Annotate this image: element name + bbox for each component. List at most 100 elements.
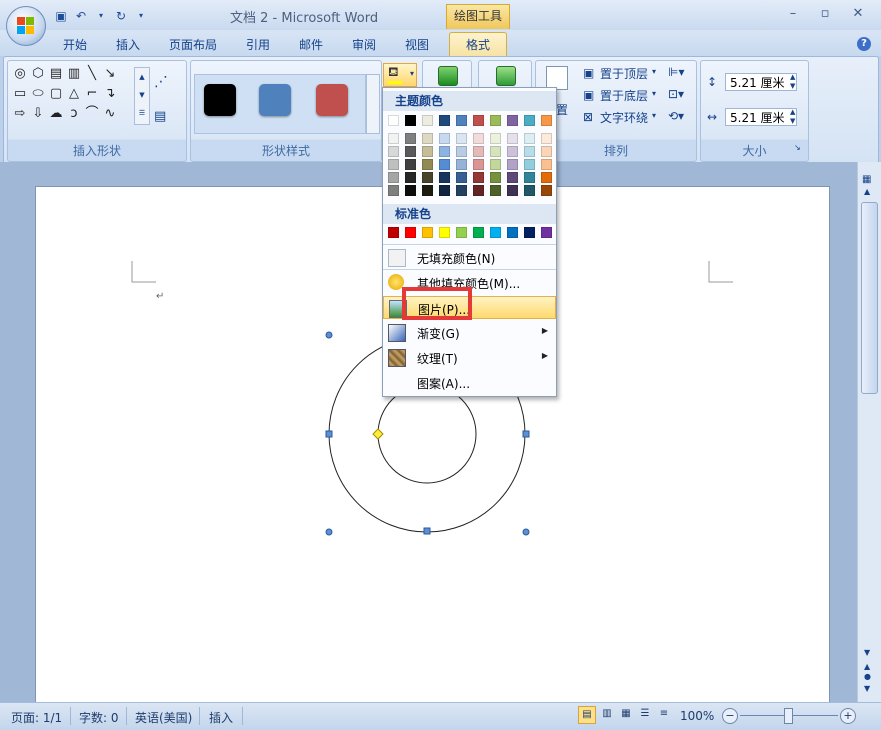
scroll-up-icon[interactable]: ▲ [864, 187, 870, 196]
align-icon[interactable]: ⊫▾ [668, 65, 684, 79]
previous-page-icon[interactable]: ▲ [864, 662, 870, 671]
position-label[interactable]: 置 [556, 101, 568, 118]
next-page-icon[interactable]: ▼ [864, 684, 870, 693]
curve-icon[interactable]: ∿ [102, 107, 118, 121]
help-icon[interactable]: ? [857, 37, 871, 51]
shadow-effects-icon[interactable] [438, 66, 458, 86]
resize-handle-nw[interactable] [325, 331, 333, 339]
draft-icon[interactable]: ≡ [656, 706, 672, 722]
theme-color-swatch[interactable] [541, 115, 552, 126]
rectangle-icon[interactable]: ▭ [12, 87, 28, 101]
theme-shade-swatch[interactable] [490, 146, 501, 157]
theme-color-swatch[interactable] [490, 115, 501, 126]
standard-color-swatch[interactable] [422, 227, 433, 238]
group-objects-icon[interactable]: ⊡▾ [668, 87, 684, 101]
theme-shade-swatch[interactable] [456, 185, 467, 196]
theme-shade-swatch[interactable] [422, 146, 433, 157]
vertical-scrollbar[interactable]: ▦ ▲ ▼ ▲ ● ▼ [857, 162, 881, 702]
cloud-icon[interactable]: ☁ [48, 107, 64, 121]
scroll-up-icon[interactable]: ▲ [135, 68, 149, 86]
freeform-icon[interactable]: ↄ [66, 107, 82, 121]
inner-circle-shape[interactable] [377, 384, 477, 484]
theme-shade-swatch[interactable] [422, 172, 433, 183]
style-gallery-scroll[interactable] [366, 74, 380, 134]
theme-shade-swatch[interactable] [507, 185, 518, 196]
standard-color-swatch[interactable] [490, 227, 501, 238]
undo-icon[interactable]: ↶ [74, 9, 88, 23]
theme-shade-swatch[interactable] [388, 133, 399, 144]
tab-insert[interactable]: 插入 [116, 36, 140, 54]
more-shapes-icon[interactable]: ☰ [135, 104, 149, 122]
theme-shade-swatch[interactable] [388, 159, 399, 170]
texture-fill-item[interactable]: 纹理(T) ▶ [383, 346, 556, 369]
web-layout-icon[interactable]: ▦ [618, 706, 634, 722]
vertical-text-box-icon[interactable]: ▥ [66, 67, 82, 81]
edit-shape-icon[interactable]: ⋰ [154, 74, 168, 90]
arrow-line-icon[interactable]: ↘ [102, 67, 118, 81]
shapes-gallery-scroll[interactable]: ▲ ▼ ☰ [134, 67, 150, 125]
text-box-icon[interactable]: ▤ [48, 67, 64, 81]
theme-shade-swatch[interactable] [405, 146, 416, 157]
close-button[interactable]: ✕ [848, 6, 868, 22]
insert-mode[interactable]: 插入 [209, 709, 233, 726]
theme-shade-swatch[interactable] [541, 185, 552, 196]
theme-shade-swatch[interactable] [524, 185, 535, 196]
tab-page-layout[interactable]: 页面布局 [169, 36, 217, 54]
standard-color-swatch[interactable] [405, 227, 416, 238]
chevron-down-icon[interactable]: ▾ [652, 89, 656, 98]
line-icon[interactable]: ╲ [84, 67, 100, 81]
theme-shade-swatch[interactable] [388, 146, 399, 157]
standard-color-swatch[interactable] [507, 227, 518, 238]
theme-shade-swatch[interactable] [473, 159, 484, 170]
zoom-slider-thumb[interactable] [784, 708, 793, 724]
theme-shade-swatch[interactable] [405, 159, 416, 170]
scroll-down-icon[interactable]: ▼ [864, 648, 870, 657]
redo-icon[interactable]: ↻ [114, 9, 128, 23]
send-to-back-button[interactable]: 置于底层 [600, 87, 648, 104]
theme-shade-swatch[interactable] [422, 133, 433, 144]
theme-shade-swatch[interactable] [456, 159, 467, 170]
theme-shade-swatch[interactable] [388, 172, 399, 183]
theme-shade-swatch[interactable] [405, 133, 416, 144]
outline-icon[interactable]: ☰ [637, 706, 653, 722]
bring-to-front-button[interactable]: 置于顶层 [600, 65, 648, 82]
gradient-fill-item[interactable]: 渐变(G) ▶ [383, 321, 556, 344]
theme-shade-swatch[interactable] [439, 146, 450, 157]
resize-handle-e[interactable] [522, 430, 530, 438]
customize-qat-icon[interactable]: ▾ [134, 9, 148, 23]
theme-shade-swatch[interactable] [439, 159, 450, 170]
theme-shade-swatch[interactable] [405, 172, 416, 183]
theme-shade-swatch[interactable] [541, 146, 552, 157]
theme-shade-swatch[interactable] [507, 146, 518, 157]
right-arrow-icon[interactable]: ⇨ [12, 107, 28, 121]
word-count[interactable]: 字数: 0 [79, 709, 119, 726]
theme-shade-swatch[interactable] [473, 146, 484, 157]
undo-dropdown-icon[interactable]: ▾ [94, 9, 108, 23]
width-spinner-icon[interactable]: ▲ ▼ [790, 108, 795, 126]
theme-shade-swatch[interactable] [490, 185, 501, 196]
shape-fill-button[interactable]: ⛾ ▾ [383, 63, 417, 87]
theme-color-swatch[interactable] [507, 115, 518, 126]
resize-handle-w[interactable] [325, 430, 333, 438]
shape-width-input[interactable]: 5.21 厘米 [725, 108, 797, 126]
style-swatch-black[interactable] [204, 84, 236, 116]
theme-shade-swatch[interactable] [541, 172, 552, 183]
theme-shade-swatch[interactable] [490, 159, 501, 170]
save-icon[interactable]: ▣ [54, 9, 68, 23]
oval-icon[interactable]: ◎ [12, 67, 28, 81]
elbow-connector-icon[interactable]: ⌐ [84, 87, 100, 101]
language-indicator[interactable]: 英语(美国) [135, 709, 192, 726]
theme-shade-swatch[interactable] [456, 172, 467, 183]
theme-shade-swatch[interactable] [524, 159, 535, 170]
theme-shade-swatch[interactable] [524, 133, 535, 144]
full-screen-reading-icon[interactable]: ▥ [599, 706, 615, 722]
style-swatch-red[interactable] [316, 84, 348, 116]
theme-shade-swatch[interactable] [490, 172, 501, 183]
standard-color-swatch[interactable] [541, 227, 552, 238]
browse-object-icon[interactable]: ● [864, 672, 871, 681]
theme-shade-swatch[interactable] [524, 146, 535, 157]
tab-references[interactable]: 引用 [246, 36, 270, 54]
tab-view[interactable]: 视图 [405, 36, 429, 54]
theme-color-swatch[interactable] [439, 115, 450, 126]
theme-color-swatch[interactable] [524, 115, 535, 126]
